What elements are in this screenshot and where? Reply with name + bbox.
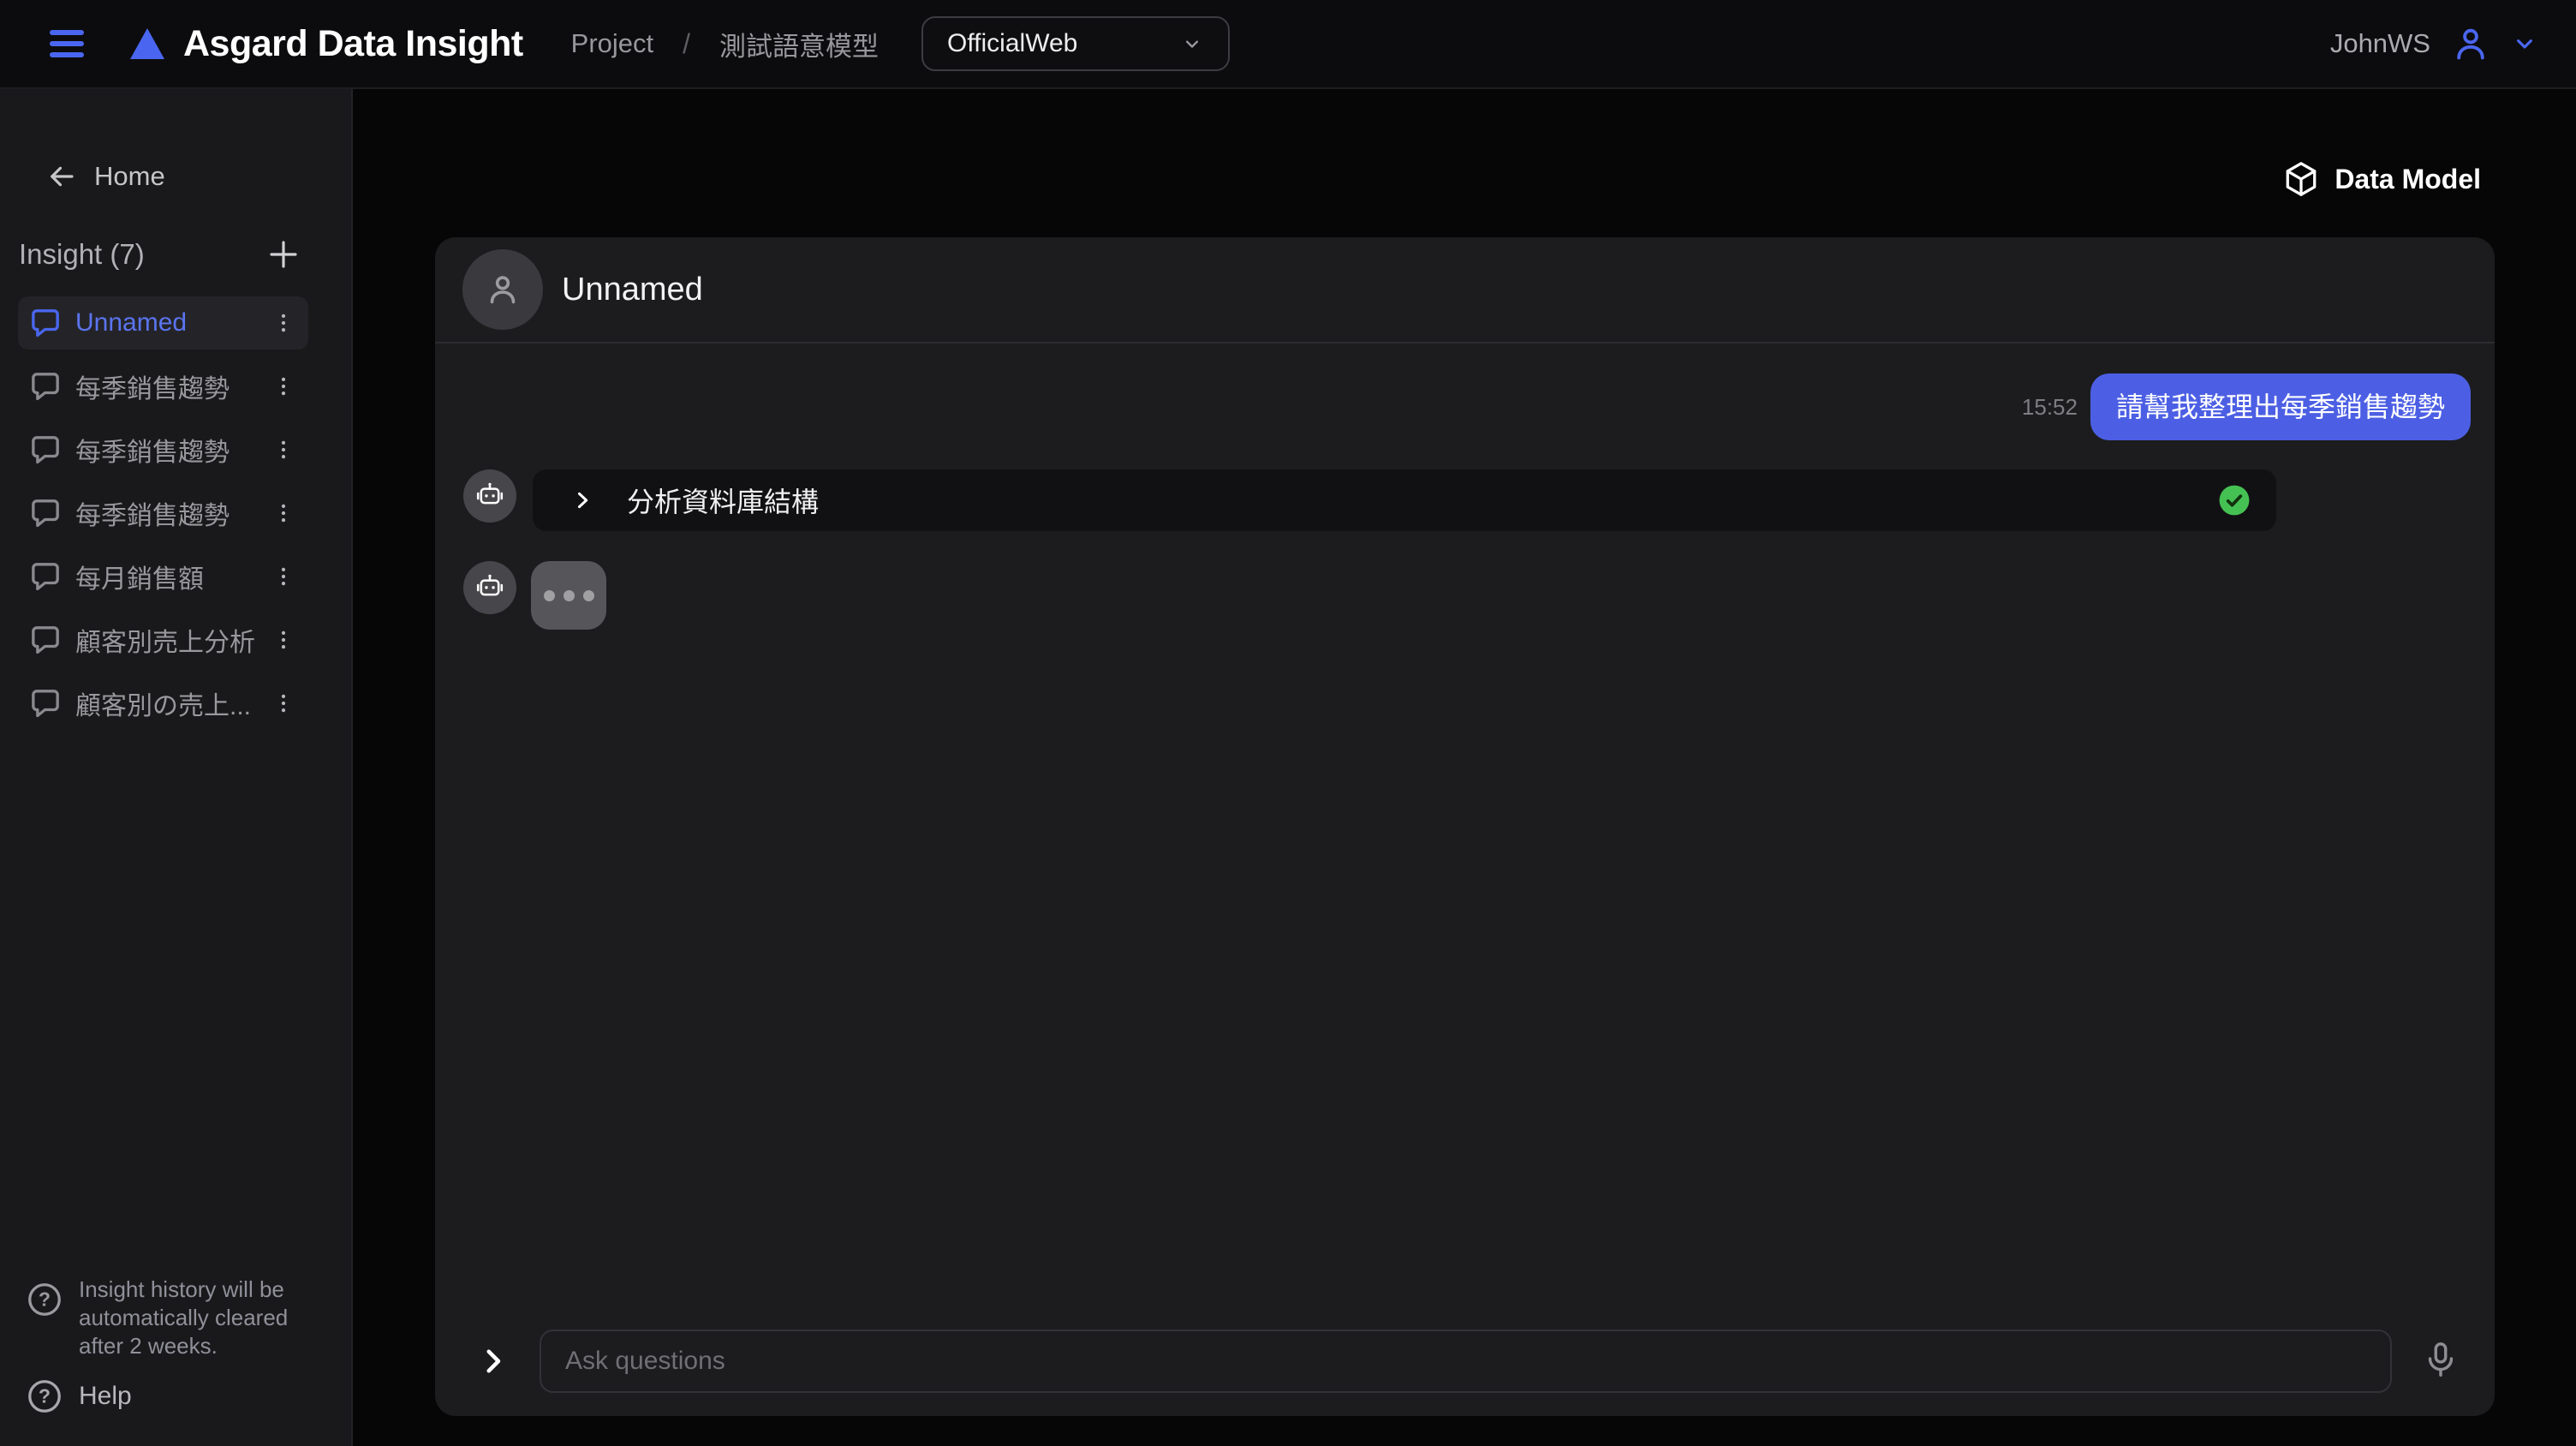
- sidebar-item-label: 每季銷售趨勢: [75, 494, 271, 532]
- user-message-bubble: 請幫我整理出每季銷售趨勢: [2090, 373, 2471, 440]
- data-model-label: Data Model: [2334, 164, 2481, 195]
- analysis-step-label: 分析資料庫結構: [627, 481, 2218, 520]
- assistant-step-row: 分析資料庫結構: [435, 469, 2495, 531]
- home-button[interactable]: Home: [46, 161, 165, 192]
- insight-section-title: Insight (7): [19, 238, 145, 271]
- arrow-left-icon: [46, 161, 77, 192]
- sidebar-item-label: 每季銷售趨勢: [75, 367, 271, 405]
- sidebar-item-label: 每季銷售趨勢: [75, 431, 271, 469]
- chat-bubble-icon: [28, 559, 63, 594]
- workspace-dropdown[interactable]: OfficialWeb: [921, 16, 1230, 71]
- chat-bubble-icon: [28, 369, 63, 403]
- help-button[interactable]: ? Help: [26, 1377, 331, 1415]
- sidebar-item-label: 每月銷售額: [75, 558, 271, 595]
- sidebar-footer: ? Insight history will be automatically …: [26, 1276, 331, 1415]
- chat-input-bar: [435, 1329, 2495, 1394]
- sidebar-item-5[interactable]: 顧客別売上分析: [18, 613, 308, 666]
- sidebar-item-label: 顧客別売上分析: [75, 621, 271, 659]
- mic-icon[interactable]: [2421, 1339, 2460, 1383]
- message-timestamp: 15:52: [2022, 394, 2078, 421]
- chevron-right-icon[interactable]: [478, 1342, 509, 1380]
- app-root: Asgard Data Insight Project / 測試語意模型 Off…: [0, 0, 2576, 1446]
- breadcrumb-model[interactable]: 測試語意模型: [719, 25, 879, 63]
- data-model-button[interactable]: Data Model: [2281, 159, 2481, 199]
- svg-text:?: ?: [39, 1288, 51, 1311]
- breadcrumb-project[interactable]: Project: [571, 28, 653, 59]
- robot-icon: [463, 469, 516, 523]
- message-list: 15:52 請幫我整理出每季銷售趨勢 分析資料庫結構: [435, 344, 2495, 630]
- user-menu[interactable]: JohnWS: [2330, 24, 2538, 63]
- kebab-menu-icon[interactable]: [271, 687, 296, 720]
- robot-icon: [463, 561, 516, 614]
- chat-bubble-icon: [28, 306, 63, 340]
- question-circle-icon: ?: [26, 1377, 63, 1415]
- ask-input[interactable]: [540, 1329, 2392, 1393]
- chat-bubble-icon: [28, 686, 63, 720]
- breadcrumb-separator: /: [683, 28, 690, 60]
- kebab-menu-icon[interactable]: [271, 497, 296, 529]
- chat-bubble-icon: [28, 623, 63, 657]
- kebab-menu-icon[interactable]: [271, 560, 296, 593]
- chat-panel: Unnamed 15:52 請幫我整理出每季銷售趨勢 分析資料庫結構: [435, 237, 2495, 1416]
- insight-section-header: Insight (7): [19, 236, 301, 272]
- sidebar-item-6[interactable]: 顧客別の売上...: [18, 677, 308, 730]
- sidebar-item-label: Unnamed: [75, 308, 271, 338]
- sidebar-item-label: 顧客別の売上...: [75, 684, 271, 722]
- history-note: ? Insight history will be automatically …: [26, 1276, 331, 1360]
- assistant-typing-row: [435, 561, 2495, 630]
- question-circle-icon: ?: [26, 1281, 63, 1318]
- typing-indicator: [531, 561, 606, 630]
- sidebar-item-1[interactable]: 每季銷售趨勢: [18, 360, 308, 413]
- top-header: Asgard Data Insight Project / 測試語意模型 Off…: [0, 0, 2576, 89]
- sidebar-item-0[interactable]: Unnamed: [18, 296, 308, 350]
- sidebar: Home Insight (7) Unnamed 每季銷售趨勢: [0, 89, 353, 1446]
- chat-title: Unnamed: [562, 272, 703, 308]
- chevron-down-icon: [2511, 30, 2538, 57]
- avatar: [462, 249, 543, 330]
- workspace-dropdown-value: OfficialWeb: [947, 29, 1077, 58]
- cube-icon: [2281, 159, 2321, 199]
- sidebar-item-3[interactable]: 每季銷售趨勢: [18, 487, 308, 540]
- home-label: Home: [94, 161, 165, 192]
- kebab-menu-icon[interactable]: [271, 433, 296, 466]
- chat-panel-header: Unnamed: [435, 237, 2495, 344]
- user-icon: [2451, 24, 2490, 63]
- plus-icon[interactable]: [265, 236, 301, 272]
- ellipsis-icon: [564, 590, 575, 601]
- chevron-down-icon: [1180, 32, 1204, 56]
- sidebar-item-2[interactable]: 每季銷售趨勢: [18, 423, 308, 476]
- chevron-right-icon[interactable]: [570, 488, 594, 512]
- chat-bubble-icon: [28, 496, 63, 530]
- ellipsis-icon: [583, 590, 594, 601]
- insight-list: Unnamed 每季銷售趨勢 每季銷售趨勢: [18, 296, 308, 730]
- logo-triangle-icon: [130, 28, 164, 59]
- sidebar-item-4[interactable]: 每月銷售額: [18, 550, 308, 603]
- ellipsis-icon: [544, 590, 555, 601]
- help-label: Help: [79, 1382, 132, 1411]
- chat-bubble-icon: [28, 433, 63, 467]
- hamburger-icon[interactable]: [50, 30, 84, 57]
- app-title: Asgard Data Insight: [183, 23, 523, 65]
- svg-text:?: ?: [39, 1385, 51, 1407]
- check-circle-icon: [2218, 484, 2251, 517]
- breadcrumb: Project / 測試語意模型: [571, 25, 879, 63]
- history-note-text: Insight history will be automatically cl…: [79, 1276, 295, 1360]
- main-area: Data Model Unnamed 15:52 請幫我整理出每季銷售趨勢: [355, 89, 2576, 1446]
- kebab-menu-icon[interactable]: [271, 370, 296, 403]
- kebab-menu-icon[interactable]: [271, 307, 296, 339]
- analysis-step[interactable]: 分析資料庫結構: [533, 469, 2276, 531]
- kebab-menu-icon[interactable]: [271, 624, 296, 656]
- user-message-row: 15:52 請幫我整理出每季銷售趨勢: [435, 373, 2495, 440]
- user-name: JohnWS: [2330, 28, 2430, 59]
